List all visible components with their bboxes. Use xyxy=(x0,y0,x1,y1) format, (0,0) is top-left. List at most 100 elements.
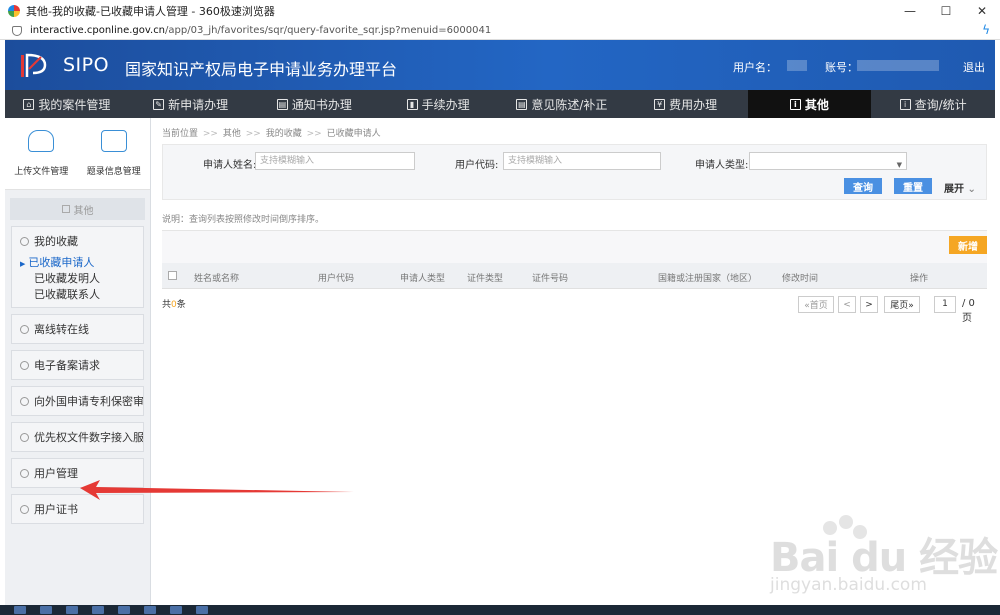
menu-label: 用户证书 xyxy=(34,503,78,516)
circle-icon xyxy=(20,432,29,442)
taskbar-app-icon[interactable] xyxy=(196,606,208,614)
prev-page-button[interactable]: < xyxy=(838,296,856,313)
column-header: 操作 xyxy=(910,274,929,284)
next-page-button[interactable]: > xyxy=(860,296,878,313)
column-header: 姓名或名称 xyxy=(194,274,240,284)
first-page-button[interactable]: «首页 xyxy=(798,296,834,313)
select-all-checkbox[interactable] xyxy=(168,271,177,280)
sidebar-item-saved-applicants[interactable]: 已收藏申请人 xyxy=(20,255,143,271)
breadcrumb: 当前位置 >> 其他 >> 我的收藏 >> 已收藏申请人 xyxy=(162,126,381,139)
url-text[interactable]: interactive.cponline.gov.cn/app/03_jh/fa… xyxy=(30,25,491,36)
minimize-button[interactable]: — xyxy=(892,0,928,22)
nav-query-stats[interactable]: i 查询/统计 xyxy=(871,90,995,118)
info-icon: i xyxy=(899,98,911,110)
query-button[interactable]: 查询 xyxy=(844,178,882,194)
applicant-type-select[interactable]: ▼ xyxy=(749,152,907,170)
lightning-icon[interactable]: ϟ xyxy=(982,23,990,37)
add-button[interactable]: 新增 xyxy=(949,236,987,254)
expand-toggle[interactable]: 展开 ⌄ xyxy=(944,180,976,195)
sidebar-item-favorites[interactable]: 我的收藏 xyxy=(12,227,143,255)
browser-titlebar: 其他-我的收藏-已收藏申请人管理 - 360极速浏览器 — ☐ ✕ xyxy=(0,0,1000,22)
breadcrumb-item: 已收藏申请人 xyxy=(326,129,381,139)
account-label: 账号： xyxy=(825,61,858,74)
taskbar-app-icon[interactable] xyxy=(40,606,52,614)
expand-label: 展开 xyxy=(944,184,964,195)
nav-label: 费用办理 xyxy=(669,97,718,112)
menu-label: 优先权文件数字接入服… xyxy=(34,431,143,444)
user-code-input[interactable]: 支持模糊输入 xyxy=(503,152,661,170)
nav-new-application[interactable]: ✎ 新申请办理 xyxy=(129,90,253,118)
username-value-redacted xyxy=(787,60,807,71)
upload-file-manage-tool[interactable]: 上传文件管理 xyxy=(5,118,78,189)
chevron-double-down-icon: ⌄ xyxy=(967,184,976,195)
page-number-input[interactable]: 1 xyxy=(934,296,956,313)
taskbar-app-icon[interactable] xyxy=(170,606,182,614)
circle-icon xyxy=(20,396,29,406)
record-total: 共0条 xyxy=(162,297,186,310)
sidebar-item-electronic-filing[interactable]: 电子备案请求 xyxy=(12,351,143,379)
nav-label: 通知书办理 xyxy=(291,97,352,112)
breadcrumb-separator: >> xyxy=(306,129,322,139)
yen-icon: ¥ xyxy=(654,98,666,110)
nav-my-cases[interactable]: ⌂ 我的案件管理 xyxy=(5,90,129,118)
breadcrumb-item[interactable]: 我的收藏 xyxy=(266,129,302,139)
column-header: 证件号码 xyxy=(532,274,569,284)
results-table: 新增 姓名或名称 用户代码 申请人类型 证件类型 证件号码 国籍或注册国家（地区… xyxy=(162,230,987,289)
breadcrumb-item: 当前位置 xyxy=(162,129,199,139)
total-prefix: 共 xyxy=(162,300,172,310)
nav-fees[interactable]: ¥ 费用办理 xyxy=(624,90,748,118)
security-shield-icon xyxy=(12,25,22,36)
tool-label: 题录信息管理 xyxy=(86,167,141,177)
window-controls: — ☐ ✕ xyxy=(892,0,1000,22)
taskbar-app-icon[interactable] xyxy=(92,606,104,614)
list-icon: ▤ xyxy=(516,98,528,110)
nav-notices[interactable]: ▤ 通知书办理 xyxy=(253,90,377,118)
nav-label: 意见陈述/补正 xyxy=(531,97,608,112)
last-page-button[interactable]: 尾页» xyxy=(884,296,920,313)
close-window-button[interactable]: ✕ xyxy=(964,0,1000,22)
table-footer: 共0条 «首页 < > 尾页» 1 / 0 页 xyxy=(162,294,987,324)
sidebar-item-priority-access[interactable]: 优先权文件数字接入服… xyxy=(12,423,143,451)
nav-opinions[interactable]: ▤ 意见陈述/补正 xyxy=(500,90,624,118)
nav-label: 我的案件管理 xyxy=(38,97,111,112)
applicant-name-input[interactable]: 支持模糊输入 xyxy=(255,152,415,170)
circle-icon xyxy=(20,504,29,514)
chevron-down-icon: ▼ xyxy=(896,161,902,169)
nav-label: 其他 xyxy=(804,97,829,112)
platform-title: 国家知识产权局电子申请业务办理平台 xyxy=(125,60,398,79)
nav-label: 手续办理 xyxy=(421,97,470,112)
maximize-button[interactable]: ☐ xyxy=(928,0,964,22)
main-nav: ⌂ 我的案件管理 ✎ 新申请办理 ▤ 通知书办理 ▮ 手续办理 ▤ 意见陈述/补正 ¥ 费用… xyxy=(5,90,995,118)
username-label: 用户名： xyxy=(733,61,777,74)
applicant-type-label: 申请人类型: xyxy=(695,160,749,171)
column-header: 国籍或注册国家（地区） xyxy=(658,274,758,284)
circle-icon xyxy=(20,468,29,478)
taskbar-app-icon[interactable] xyxy=(14,606,26,614)
nav-other[interactable]: i 其他 xyxy=(747,90,872,118)
sidebar-item-saved-contacts[interactable]: 已收藏联系人 xyxy=(20,287,143,303)
sort-note: 说明：查询列表按照修改时间倒序排序。 xyxy=(162,215,325,225)
bibliographic-manage-tool[interactable]: 题录信息管理 xyxy=(78,118,151,189)
reset-button[interactable]: 重置 xyxy=(894,178,932,194)
nav-procedures[interactable]: ▮ 手续办理 xyxy=(376,90,500,118)
address-bar[interactable]: interactive.cponline.gov.cn/app/03_jh/fa… xyxy=(0,22,1000,40)
table-toolbar: 新增 xyxy=(162,231,987,263)
account-value-redacted xyxy=(857,60,939,71)
menu-label: 电子备案请求 xyxy=(34,359,100,372)
taskbar-app-icon[interactable] xyxy=(144,606,156,614)
breadcrumb-separator: >> xyxy=(202,129,218,139)
os-taskbar xyxy=(0,605,1000,615)
breadcrumb-separator: >> xyxy=(245,129,261,139)
sidebar-group-offline: 离线转在线 xyxy=(11,314,144,344)
logout-link[interactable]: 退出 xyxy=(963,59,985,75)
column-header: 修改时间 xyxy=(782,274,819,284)
sidebar-item-offline-online[interactable]: 离线转在线 xyxy=(12,315,143,343)
taskbar-app-icon[interactable] xyxy=(66,606,78,614)
sidebar: 上传文件管理 题录信息管理 其他 我的收藏 已收藏申请人 已收藏发明人 已收藏联… xyxy=(5,118,151,605)
menu-label: 离线转在线 xyxy=(34,323,89,336)
taskbar-app-icon[interactable] xyxy=(118,606,130,614)
sidebar-item-saved-inventors[interactable]: 已收藏发明人 xyxy=(20,271,143,287)
column-header: 用户代码 xyxy=(318,274,355,284)
sidebar-item-secrecy-review[interactable]: 向外国申请专利保密审… xyxy=(12,387,143,415)
breadcrumb-item[interactable]: 其他 xyxy=(223,129,241,139)
